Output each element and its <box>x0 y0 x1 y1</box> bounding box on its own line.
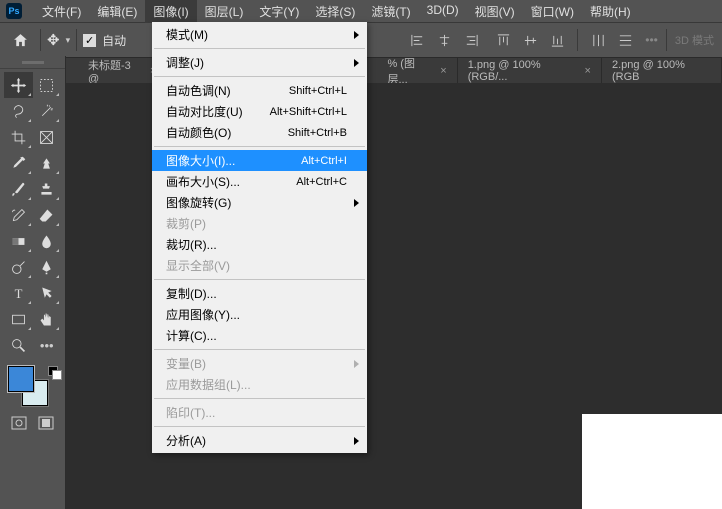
type-tool[interactable]: T <box>4 280 33 306</box>
screen-mode-button[interactable] <box>36 414 56 432</box>
color-swatches[interactable] <box>0 364 65 410</box>
menu-item[interactable]: 画布大小(S)...Alt+Ctrl+C <box>152 171 367 192</box>
lasso-tool[interactable] <box>4 98 33 124</box>
rectangle-tool[interactable] <box>4 306 33 332</box>
pen-tool[interactable] <box>33 254 62 280</box>
align-left-button[interactable] <box>405 29 429 51</box>
distribute-v-button[interactable] <box>613 29 637 51</box>
menu-8[interactable]: 视图(V) <box>467 0 523 23</box>
align-group-1 <box>405 29 483 51</box>
eyedropper-tool[interactable] <box>4 150 33 176</box>
menu-item: 显示全部(V) <box>152 255 367 276</box>
foreground-color[interactable] <box>8 366 34 392</box>
align-middle-button[interactable] <box>518 29 542 51</box>
magic-wand-tool[interactable] <box>33 98 62 124</box>
more-options-button[interactable]: ••• <box>645 33 658 47</box>
align-bottom-button[interactable] <box>545 29 569 51</box>
menu-2[interactable]: 图像(I) <box>145 0 196 23</box>
menu-item[interactable]: 调整(J) <box>152 52 367 73</box>
tab-3[interactable]: 2.png @ 100%(RGB <box>602 58 722 84</box>
menu-4[interactable]: 文字(Y) <box>251 0 307 23</box>
menu-item[interactable]: 图像旋转(G) <box>152 192 367 213</box>
crop-tool[interactable] <box>4 124 33 150</box>
menu-3[interactable]: 图层(L) <box>197 0 252 23</box>
app-logo: Ps <box>6 3 22 19</box>
menu-item: 应用数据组(L)... <box>152 374 367 395</box>
menu-7[interactable]: 3D(D) <box>419 0 467 23</box>
align-right-button[interactable] <box>459 29 483 51</box>
quick-mask-button[interactable] <box>9 414 29 432</box>
mode-3d-label: 3D 模式 <box>675 32 714 48</box>
auto-select-checkbox[interactable]: ✓ <box>83 34 96 47</box>
menu-item[interactable]: 裁切(R)... <box>152 234 367 255</box>
menu-item[interactable]: 自动对比度(U)Alt+Shift+Ctrl+L <box>152 101 367 122</box>
marquee-tool[interactable] <box>33 72 62 98</box>
move-tool-icon[interactable]: ✥ <box>47 31 60 49</box>
zoom-tool[interactable] <box>4 332 33 358</box>
frame-tool[interactable] <box>33 124 62 150</box>
menu-item[interactable]: 分析(A) <box>152 430 367 451</box>
close-icon[interactable]: × <box>440 65 446 77</box>
menu-item[interactable]: 自动颜色(O)Shift+Ctrl+B <box>152 122 367 143</box>
toolbox: T ••• <box>0 56 66 509</box>
auto-select-label: 自动 <box>102 32 126 49</box>
menu-item[interactable]: 应用图像(Y)... <box>152 304 367 325</box>
chevron-down-icon[interactable]: ▾ <box>66 35 71 46</box>
menu-5[interactable]: 选择(S) <box>307 0 363 23</box>
close-icon[interactable]: × <box>585 65 591 77</box>
tab-2[interactable]: 1.png @ 100%(RGB/...× <box>458 58 602 84</box>
menu-item[interactable]: 计算(C)... <box>152 325 367 346</box>
menu-item[interactable]: 模式(M) <box>152 24 367 45</box>
menu-item: 变量(B) <box>152 353 367 374</box>
dodge-tool[interactable] <box>4 254 33 280</box>
brush-tool[interactable] <box>4 176 33 202</box>
menu-item[interactable]: 自动色调(N)Shift+Ctrl+L <box>152 80 367 101</box>
tab-1[interactable]: % (图层...× <box>377 58 457 84</box>
menu-item[interactable]: 复制(D)... <box>152 283 367 304</box>
distribute-group <box>586 29 637 51</box>
menu-item[interactable]: 图像大小(I)...Alt+Ctrl+I <box>152 150 367 171</box>
document-canvas[interactable] <box>582 414 722 509</box>
menu-9[interactable]: 窗口(W) <box>523 0 582 23</box>
align-group-2 <box>491 29 569 51</box>
menu-bar: Ps 文件(F)编辑(E)图像(I)图层(L)文字(Y)选择(S)滤镜(T)3D… <box>0 0 722 22</box>
image-menu-dropdown: 模式(M) 调整(J) 自动色调(N)Shift+Ctrl+L自动对比度(U)Alt… <box>152 22 367 453</box>
svg-text:T: T <box>14 286 22 300</box>
clone-stamp-tool[interactable] <box>33 176 62 202</box>
edit-toolbar-button[interactable]: ••• <box>33 332 62 358</box>
blur-tool[interactable] <box>33 228 62 254</box>
gradient-tool[interactable] <box>4 228 33 254</box>
align-center-h-button[interactable] <box>432 29 456 51</box>
home-button[interactable] <box>6 28 34 52</box>
menu-1[interactable]: 编辑(E) <box>89 0 145 23</box>
menu-10[interactable]: 帮助(H) <box>582 0 639 23</box>
menu-0[interactable]: 文件(F) <box>34 0 89 23</box>
menu-item: 裁剪(P) <box>152 213 367 234</box>
history-brush-tool[interactable] <box>4 202 33 228</box>
hand-tool[interactable] <box>33 306 62 332</box>
move-tool[interactable] <box>4 72 33 98</box>
menu-item: 陷印(T)... <box>152 402 367 423</box>
menu-6[interactable]: 滤镜(T) <box>363 0 418 23</box>
eraser-tool[interactable] <box>33 202 62 228</box>
healing-tool[interactable] <box>33 150 62 176</box>
path-selection-tool[interactable] <box>33 280 62 306</box>
default-colors-icon[interactable] <box>48 366 62 380</box>
align-top-button[interactable] <box>491 29 515 51</box>
distribute-h-button[interactable] <box>586 29 610 51</box>
